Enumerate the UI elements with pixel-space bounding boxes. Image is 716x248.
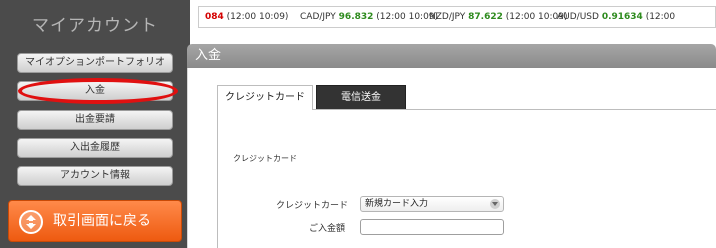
- sidebar-title: マイアカウント: [32, 16, 158, 36]
- ticker-pair: AUD/USD: [557, 12, 599, 22]
- ticker-time: (12:00 10:09): [226, 12, 289, 22]
- ticker-rate: 0.91634: [601, 12, 643, 22]
- ticker-item: NZD/JPY 87.622 (12:00 10:09): [429, 7, 568, 27]
- up-down-arrows-icon: [19, 210, 43, 234]
- card-select-value: 新規カード入力: [365, 199, 429, 209]
- chevron-down-icon: [490, 199, 500, 209]
- account-sidebar: マイアカウント マイオプションポートフォリオ 入金 出金要請 入出金履歴 アカウ…: [0, 0, 190, 248]
- menu-option-portfolio-button[interactable]: マイオプションポートフォリオ: [17, 53, 173, 73]
- deposit-panel-header: 入金: [187, 44, 716, 68]
- card-field-label: クレジットカード: [275, 201, 348, 211]
- ticker-pair: CAD/JPY: [300, 12, 336, 22]
- amount-input[interactable]: [360, 219, 504, 235]
- return-to-trading-label: 取引画面に戻る: [53, 213, 151, 229]
- ticker-rate: 87.622: [468, 12, 503, 22]
- rate-ticker: 084 (12:00 10:09) CAD/JPY 96.832 (12:00 …: [198, 6, 716, 28]
- amount-field-label: ご入金額: [308, 224, 345, 234]
- ticker-item: AUD/USD 0.91634 (12:00: [557, 7, 675, 27]
- tab-credit-card[interactable]: クレジットカード: [217, 85, 313, 110]
- ticker-rate: 084: [205, 12, 224, 22]
- return-to-trading-button[interactable]: 取引画面に戻る: [8, 200, 182, 242]
- menu-account-info-button[interactable]: アカウント情報: [17, 166, 173, 186]
- menu-deposit-history-button[interactable]: 入出金履歴: [17, 138, 173, 158]
- menu-withdrawal-request-button[interactable]: 出金要請: [17, 110, 173, 130]
- ticker-pair: NZD/JPY: [429, 12, 466, 22]
- ticker-rate: 96.832: [338, 12, 374, 22]
- ticker-item: CAD/JPY 96.832 (12:00 10:09): [300, 7, 438, 27]
- section-title: クレジットカード: [233, 154, 297, 163]
- ticker-time: (12:00: [645, 12, 676, 22]
- ticker-item: 084 (12:00 10:09): [205, 7, 288, 27]
- tab-wire-transfer[interactable]: 電信送金: [316, 85, 406, 110]
- card-select[interactable]: 新規カード入力: [360, 196, 504, 212]
- menu-deposit-button[interactable]: 入金: [17, 81, 173, 101]
